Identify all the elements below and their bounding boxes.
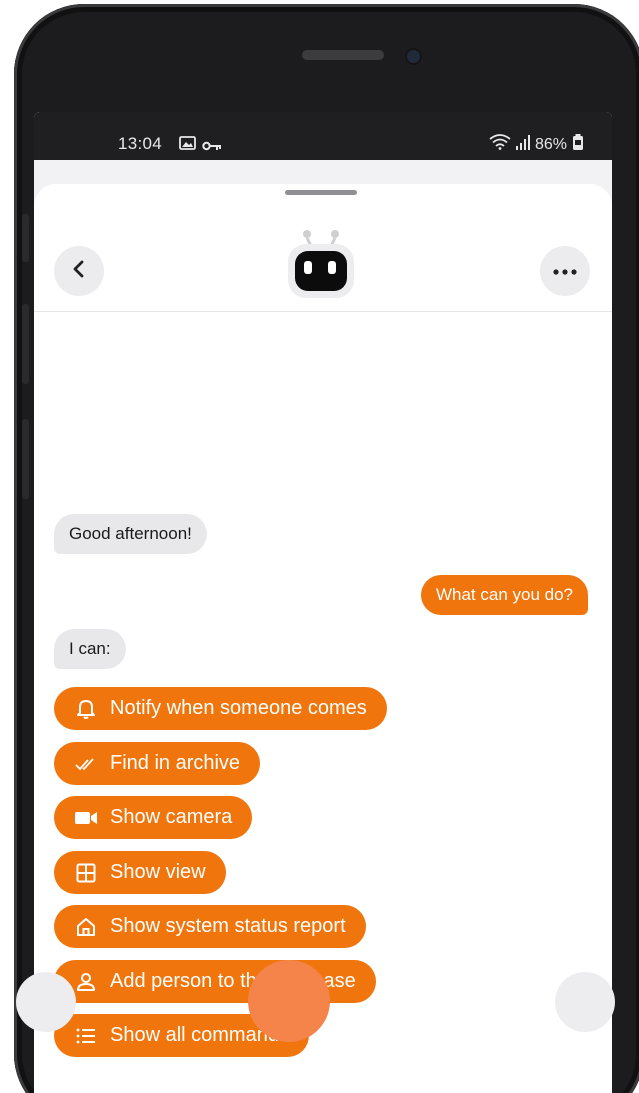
double-check-icon — [74, 752, 98, 776]
person-icon — [74, 970, 98, 994]
more-options-button[interactable] — [540, 246, 590, 296]
chevron-left-icon — [71, 260, 87, 283]
chat-sheet-backdrop: Good afternoon! What can you do? I can: … — [34, 160, 612, 1093]
bottom-right-button[interactable] — [555, 972, 615, 1032]
status-time: 13:04 — [118, 134, 163, 153]
command-label: Show camera — [110, 806, 233, 828]
video-camera-icon — [74, 806, 98, 830]
bot-message: Good afternoon! — [54, 514, 207, 554]
command-label: Show system status report — [110, 915, 346, 937]
command-camera-button[interactable]: Show camera — [54, 796, 253, 839]
chat-messages: Good afternoon! What can you do? I can: … — [34, 314, 612, 1057]
more-horizontal-icon — [553, 262, 577, 280]
front-camera — [407, 50, 420, 63]
microphone-button[interactable] — [248, 960, 330, 1042]
command-label: Show view — [110, 861, 206, 883]
chat-sheet: Good afternoon! What can you do? I can: … — [34, 184, 612, 1093]
key-icon — [202, 138, 222, 156]
user-message: What can you do? — [420, 575, 588, 615]
command-status-report-button[interactable]: Show system status report — [54, 905, 366, 948]
list-icon — [74, 1024, 98, 1048]
signal-icon — [515, 134, 530, 155]
home-icon — [74, 915, 98, 939]
sheet-drag-handle[interactable] — [285, 190, 357, 195]
status-right-group: 86% — [489, 134, 584, 155]
bottom-left-button[interactable] — [16, 972, 76, 1032]
battery-icon — [572, 134, 584, 155]
chat-header — [34, 200, 612, 312]
side-button — [22, 419, 29, 499]
bot-message: I can: — [54, 629, 126, 669]
robot-icon — [284, 226, 358, 300]
wifi-icon — [489, 134, 511, 155]
phone-screen: 13:04 86% Good afternoon! What can you d… — [34, 112, 612, 1093]
command-label: Find in archive — [110, 752, 241, 774]
command-notify-button[interactable]: Notify when someone comes — [54, 687, 387, 730]
bell-icon — [74, 697, 98, 721]
image-icon — [179, 136, 196, 155]
command-archive-button[interactable]: Find in archive — [54, 742, 261, 785]
earpiece-speaker — [302, 50, 384, 60]
command-view-button[interactable]: Show view — [54, 851, 226, 894]
side-button — [22, 304, 29, 384]
back-button[interactable] — [54, 246, 104, 296]
grid-icon — [74, 861, 98, 885]
command-label: Notify when someone comes — [110, 697, 367, 719]
side-button — [22, 214, 29, 262]
status-bar: 13:04 86% — [34, 112, 612, 160]
battery-percent: 86% — [534, 135, 567, 153]
